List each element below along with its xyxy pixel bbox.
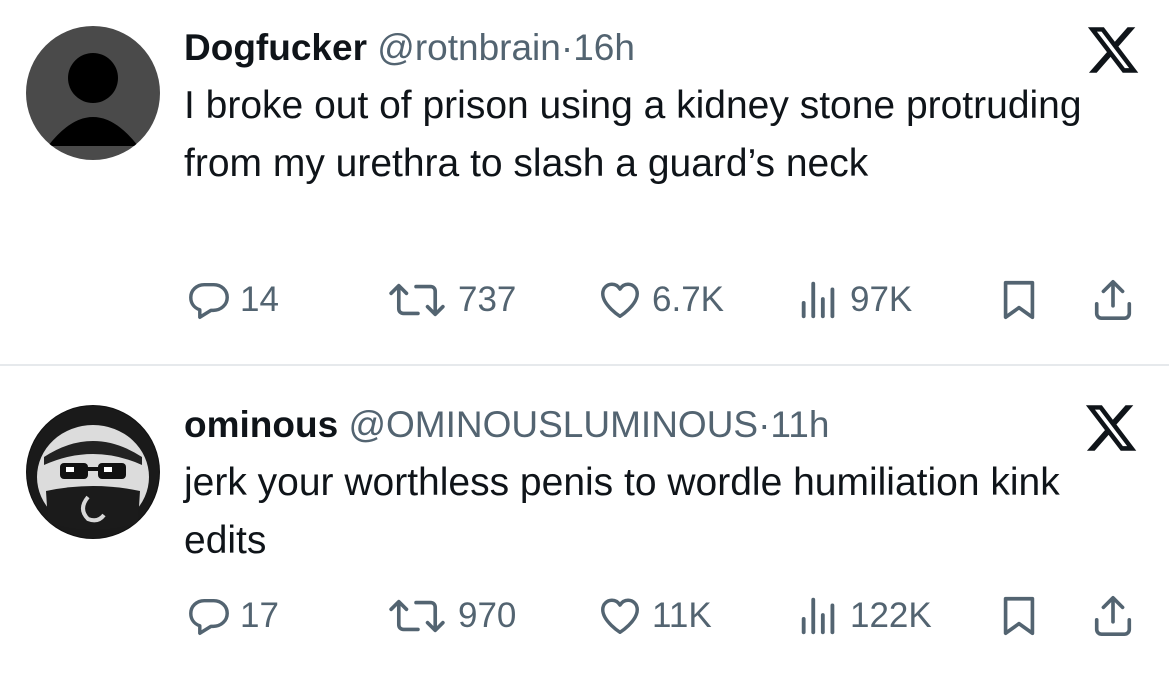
repost-count: 737 xyxy=(458,280,517,319)
timestamp[interactable]: 16h xyxy=(573,27,635,68)
reply-count: 14 xyxy=(240,280,279,319)
like-button[interactable]: 11K xyxy=(596,586,712,646)
tweet-text: I broke out of prison using a kidney sto… xyxy=(184,84,1082,185)
views-button[interactable]: 122K xyxy=(796,586,932,646)
views-icon xyxy=(801,281,835,319)
bookmark-icon xyxy=(1003,596,1035,636)
heart-icon xyxy=(601,282,639,319)
reply-button[interactable]: 17 xyxy=(186,586,279,646)
masked-face-avatar xyxy=(26,405,160,539)
display-name[interactable]: ominous xyxy=(184,404,338,445)
repost-count: 970 xyxy=(458,596,517,635)
tweet-text: jerk your worthless penis to wordle humi… xyxy=(184,461,1060,562)
repost-button[interactable]: 970 xyxy=(384,586,516,646)
views-count: 122K xyxy=(850,596,932,635)
tweet-header: Dogfucker @rotnbrain·16h xyxy=(184,26,635,70)
bookmark-button[interactable] xyxy=(998,270,1040,330)
action-bar: 17 970 11K 122K xyxy=(0,586,1169,646)
separator-dot: · xyxy=(758,404,771,445)
like-count: 11K xyxy=(652,596,712,635)
like-button[interactable]: 6.7K xyxy=(596,270,724,330)
share-icon xyxy=(1094,595,1132,637)
repost-icon xyxy=(389,283,445,317)
user-handle[interactable]: @OMINOUSLUMINOUS xyxy=(348,404,758,445)
display-name[interactable]: Dogfucker xyxy=(184,27,367,68)
heart-icon xyxy=(601,598,639,635)
reply-button[interactable]: 14 xyxy=(186,270,279,330)
x-logo-icon xyxy=(1087,27,1139,73)
default-profile-icon xyxy=(26,26,160,160)
views-count: 97K xyxy=(850,280,913,319)
reply-icon xyxy=(189,598,229,635)
views-icon xyxy=(801,597,835,635)
reply-count: 17 xyxy=(240,596,279,635)
share-icon xyxy=(1094,279,1132,321)
user-handle[interactable]: @rotnbrain xyxy=(377,27,561,68)
action-bar: 14 737 6.7K 97K xyxy=(0,270,1169,330)
repost-icon xyxy=(389,599,445,633)
timestamp[interactable]: 11h xyxy=(770,404,829,445)
separator-dot: · xyxy=(560,27,574,68)
share-button[interactable] xyxy=(1090,586,1136,646)
views-button[interactable]: 97K xyxy=(796,270,912,330)
reply-icon xyxy=(189,282,229,319)
tweet-2[interactable]: ominous @OMINOUSLUMINOUS·11h jerk your w… xyxy=(0,367,1169,683)
divider xyxy=(0,364,1169,366)
tweet-1[interactable]: Dogfucker @rotnbrain·16h I broke out of … xyxy=(0,0,1169,365)
bookmark-icon xyxy=(1003,280,1035,320)
avatar[interactable] xyxy=(26,405,160,539)
avatar[interactable] xyxy=(26,26,160,160)
repost-button[interactable]: 737 xyxy=(384,270,516,330)
x-logo-icon xyxy=(1085,405,1137,451)
tweet-header: ominous @OMINOUSLUMINOUS·11h xyxy=(184,403,829,447)
like-count: 6.7K xyxy=(652,280,724,319)
bookmark-button[interactable] xyxy=(998,586,1040,646)
share-button[interactable] xyxy=(1090,270,1136,330)
